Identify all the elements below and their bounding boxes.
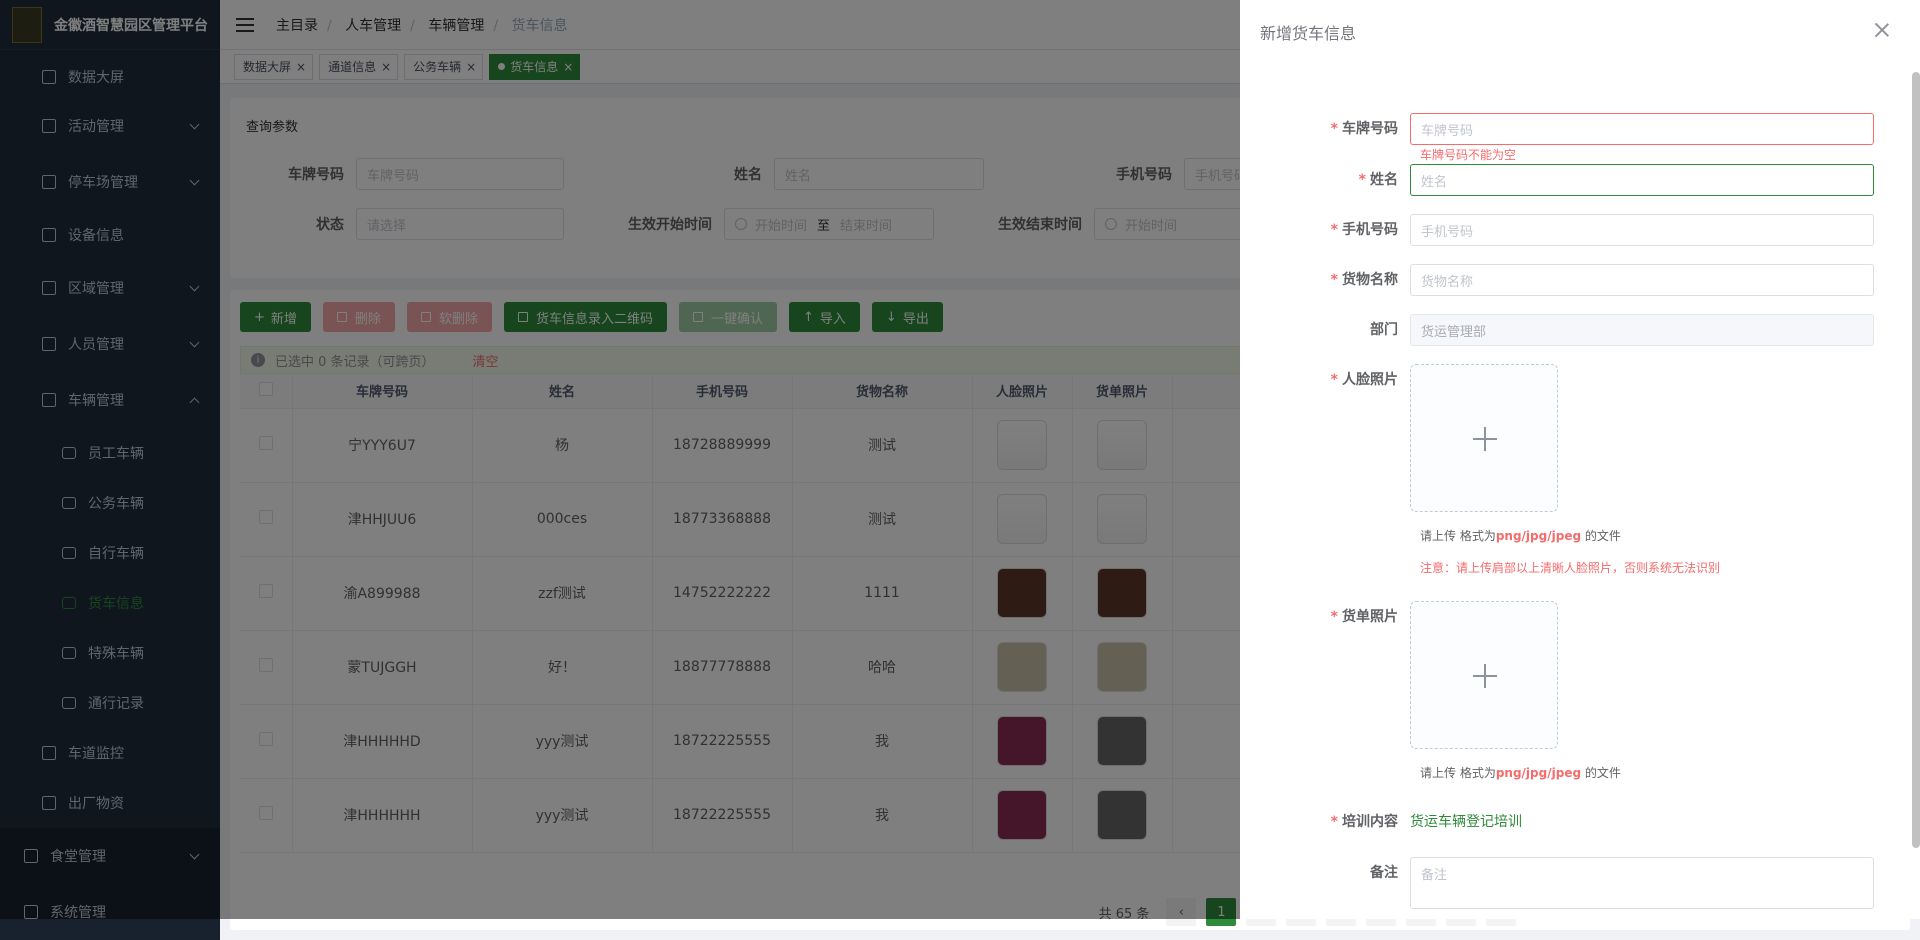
phone-field[interactable]: 手机号码 — [1410, 214, 1874, 246]
goods-field-label: 货物名称 — [1342, 272, 1398, 288]
remark-label: 备注 — [1370, 865, 1398, 881]
goods-form-row: * 货物名称 货物名称 — [1240, 264, 1920, 296]
phone-field-label: 手机号码 — [1342, 222, 1398, 238]
plate-field-label: 车牌号码 — [1342, 121, 1398, 137]
face-upload-tip: 请上传 格式为png/jpg/jpeg 的文件 — [1420, 529, 1621, 543]
drawer-title: 新增货车信息 — [1260, 24, 1357, 43]
face-upload-warning: 注意：请上传肩部以上清晰人脸照片，否则系统无法识别 — [1420, 561, 1721, 575]
face-photo-form-row: * 人脸照片 — [1240, 364, 1920, 512]
face-photo-label: 人脸照片 — [1342, 372, 1398, 388]
close-icon[interactable] — [1874, 22, 1890, 38]
name-field-label: 姓名 — [1370, 172, 1398, 188]
bill-photo-form-row: * 货单照片 — [1240, 601, 1920, 749]
dept-field-label: 部门 — [1370, 322, 1398, 338]
phone-form-row: * 手机号码 手机号码 — [1240, 214, 1920, 246]
drawer-header: 新增货车信息 — [1240, 0, 1920, 64]
remark-form-row: 备注 备注 — [1240, 857, 1920, 909]
training-link[interactable]: 货运车辆登记培训 — [1410, 806, 1522, 838]
training-label: 培训内容 — [1342, 814, 1398, 830]
goods-field[interactable]: 货物名称 — [1410, 264, 1874, 296]
bill-photo-upload[interactable] — [1410, 601, 1558, 749]
bill-photo-label: 货单照片 — [1342, 609, 1398, 625]
name-form-row: * 姓名 姓名 — [1240, 164, 1920, 196]
bill-upload-tip: 请上传 格式为png/jpg/jpeg 的文件 — [1420, 766, 1621, 780]
plate-form-row: * 车牌号码 车牌号码 — [1240, 113, 1920, 145]
add-truck-drawer: 新增货车信息 * 车牌号码 车牌号码 车牌号码不能为空 * 姓名 姓名 * 手机号码 … — [1240, 0, 1920, 919]
name-field[interactable]: 姓名 — [1410, 164, 1874, 196]
training-form-row: * 培训内容 货运车辆登记培训 — [1240, 806, 1920, 838]
dept-form-row: 部门 货运管理部 — [1240, 314, 1920, 346]
remark-field[interactable]: 备注 — [1410, 857, 1874, 909]
dept-field: 货运管理部 — [1410, 314, 1874, 346]
face-photo-upload[interactable] — [1410, 364, 1558, 512]
plate-field[interactable]: 车牌号码 — [1410, 113, 1874, 145]
plate-error-message: 车牌号码不能为空 — [1420, 148, 1517, 162]
